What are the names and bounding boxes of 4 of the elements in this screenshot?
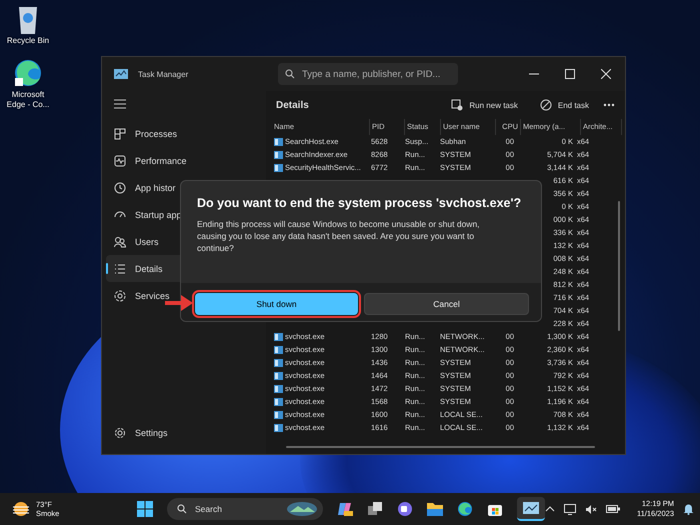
dialog-title: Do you want to end the system process 'svchost.exe'?	[197, 195, 522, 211]
page-title: Details	[276, 100, 309, 110]
window-title: Task Manager	[138, 70, 190, 78]
dialog-message: Ending this process will cause Windows to become unusable or shut down, causing you to lose any data hasn't been saved. Are you sure you want to continue?	[197, 218, 481, 254]
